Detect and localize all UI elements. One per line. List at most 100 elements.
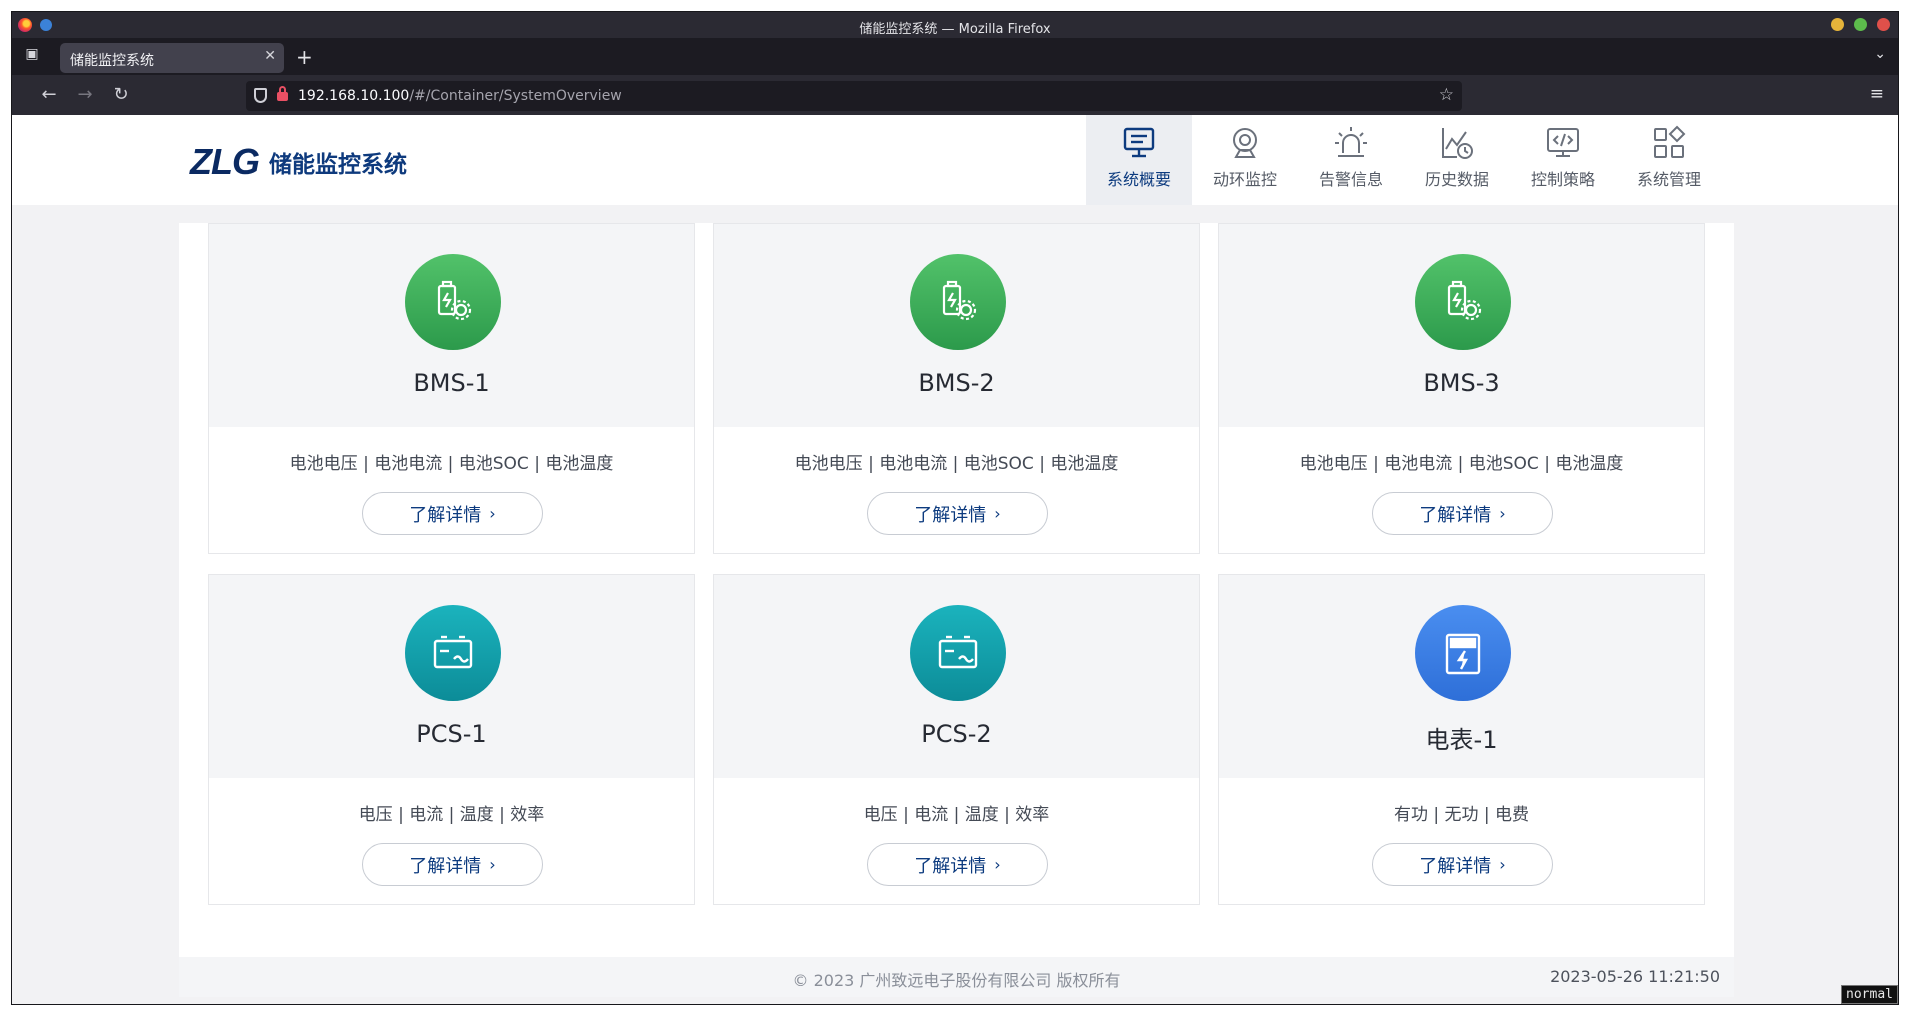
card-header: PCS-1: [209, 575, 694, 778]
reload-icon[interactable]: ↻: [110, 84, 132, 105]
url-text[interactable]: 192.168.10.100/#/Container/SystemOvervie…: [298, 88, 622, 104]
history-chart-icon: [1442, 128, 1473, 159]
webcam-icon: [1233, 128, 1257, 158]
tab-title: 储能监控系统: [70, 53, 154, 69]
chevron-right-icon: ›: [489, 855, 496, 874]
card-description: 电池电压 | 电池电流 | 电池SOC | 电池温度: [289, 454, 614, 474]
menu-item-environment-monitor[interactable]: 动环监控: [1192, 115, 1298, 205]
card-description: 电压 | 电流 | 温度 | 效率: [358, 805, 545, 825]
card-header: PCS-2: [714, 575, 1199, 778]
menu-item-history-data[interactable]: 历史数据: [1404, 115, 1510, 205]
menu-item-label: 系统管理: [1636, 170, 1701, 189]
card-description: 电池电压 | 电池电流 | 电池SOC | 电池温度: [794, 454, 1119, 474]
details-button[interactable]: 了解详情 ›: [867, 843, 1048, 886]
converter-icon: [405, 605, 501, 701]
url-host: 192.168.10.100: [298, 88, 410, 104]
tab-strip: ▣ 储能监控系统 ✕ + ⌄: [12, 38, 1898, 75]
details-button-label: 了解详情: [914, 504, 987, 526]
menu-item-label: 动环监控: [1212, 170, 1277, 189]
menu-item-label: 控制策略: [1530, 170, 1595, 189]
chevron-right-icon: ›: [489, 504, 496, 523]
chevron-right-icon: ›: [994, 504, 1001, 523]
logo[interactable]: ZLG 储能监控系统: [190, 141, 407, 183]
battery-gear-icon: [910, 254, 1006, 350]
copyright-text: © 2023 广州致远电子股份有限公司 版权所有: [792, 971, 1121, 990]
tab-close-icon[interactable]: ✕: [264, 48, 276, 64]
meter-icon: [1415, 605, 1511, 701]
details-button[interactable]: 了解详情 ›: [867, 492, 1048, 535]
card-title: BMS-2: [918, 369, 995, 397]
card-title: 电表-1: [1425, 726, 1498, 754]
browser-tab[interactable]: 储能监控系统 ✕: [60, 43, 284, 73]
device-card-bms-3: BMS-3 电池电压 | 电池电流 | 电池SOC | 电池温度 了解详情 ›: [1218, 223, 1705, 554]
forward-icon[interactable]: →: [74, 84, 96, 105]
maximize-button[interactable]: [1854, 18, 1867, 31]
tab-list-icon[interactable]: ▣: [22, 46, 42, 66]
card-title: BMS-1: [413, 369, 490, 397]
device-card-meter-1: 电表-1 有功 | 无功 | 电费 了解详情 ›: [1218, 574, 1705, 905]
navigation-bar: ← → ↻ 192.168.10.100/#/Container/SystemO…: [12, 75, 1898, 115]
menu-item-label: 系统概要: [1106, 170, 1171, 189]
details-button-label: 了解详情: [1419, 855, 1492, 877]
logo-mark: ZLG: [190, 141, 260, 182]
card-title: PCS-2: [921, 720, 992, 748]
app-header: ZLG 储能监控系统 系统概要 动环监控 告警信息 历史数据 控制策略 系统管理: [12, 115, 1898, 205]
new-tab-icon[interactable]: +: [296, 45, 313, 69]
converter-icon: [910, 605, 1006, 701]
card-description: 电池电压 | 电池电流 | 电池SOC | 电池温度: [1299, 454, 1624, 474]
card-title: PCS-1: [416, 720, 487, 748]
lock-icon[interactable]: [277, 86, 288, 101]
card-title: BMS-3: [1423, 369, 1500, 397]
menu-item-label: 历史数据: [1424, 170, 1489, 189]
menu-item-control-strategy[interactable]: 控制策略: [1510, 115, 1616, 205]
device-grid: BMS-1 电池电压 | 电池电流 | 电池SOC | 电池温度 了解详情 › B…: [179, 223, 1734, 973]
mode-indicator: normal: [1841, 985, 1898, 1004]
shield-icon[interactable]: [254, 88, 267, 103]
battery-gear-icon: [1415, 254, 1511, 350]
card-description: 电压 | 电流 | 温度 | 效率: [863, 805, 1050, 825]
details-button-label: 了解详情: [914, 855, 987, 877]
main-menu: 系统概要 动环监控 告警信息 历史数据 控制策略 系统管理: [1086, 115, 1722, 205]
device-card-bms-2: BMS-2 电池电压 | 电池电流 | 电池SOC | 电池温度 了解详情 ›: [713, 223, 1200, 554]
details-button-label: 了解详情: [409, 855, 482, 877]
alarm-icon: [1335, 127, 1367, 157]
menu-item-alarm-info[interactable]: 告警信息: [1298, 115, 1404, 205]
hamburger-menu-icon[interactable]: ≡: [1870, 84, 1884, 104]
bookmark-star-icon[interactable]: ☆: [1439, 85, 1454, 105]
card-description: 有功 | 无功 | 电费: [1393, 805, 1530, 825]
web-page: ZLG 储能监控系统 系统概要 动环监控 告警信息 历史数据 控制策略 系统管理…: [12, 115, 1898, 1004]
menu-item-label: 告警信息: [1318, 170, 1383, 189]
code-screen-icon: [1547, 128, 1579, 157]
url-bar[interactable]: 192.168.10.100/#/Container/SystemOvervie…: [246, 81, 1462, 111]
title-bar: 储能监控系统 — Mozilla Firefox: [12, 12, 1898, 38]
url-path: /#/Container/SystemOverview: [409, 88, 622, 104]
minimize-button[interactable]: [1831, 18, 1844, 31]
card-header: BMS-3: [1219, 224, 1704, 427]
card-header: BMS-1: [209, 224, 694, 427]
back-icon[interactable]: ←: [38, 84, 60, 105]
chevron-right-icon: ›: [1499, 855, 1506, 874]
current-datetime: 2023-05-26 11:21:50: [1550, 967, 1720, 986]
window-title: 储能监控系统 — Mozilla Firefox: [859, 22, 1051, 37]
logo-text: 储能监控系统: [268, 152, 407, 178]
menu-item-system-management[interactable]: 系统管理: [1616, 115, 1722, 205]
monitor-icon: [1123, 127, 1155, 158]
device-card-pcs-1: PCS-1 电压 | 电流 | 温度 | 效率 了解详情 ›: [208, 574, 695, 905]
details-button[interactable]: 了解详情 ›: [1372, 492, 1553, 535]
card-header: 电表-1: [1219, 575, 1704, 778]
page-footer: © 2023 广州致远电子股份有限公司 版权所有 2023-05-26 11:2…: [179, 957, 1734, 997]
device-card-pcs-2: PCS-2 电压 | 电流 | 温度 | 效率 了解详情 ›: [713, 574, 1200, 905]
details-button-label: 了解详情: [1419, 504, 1492, 526]
device-card-bms-1: BMS-1 电池电压 | 电池电流 | 电池SOC | 电池温度 了解详情 ›: [208, 223, 695, 554]
browser-window: 储能监控系统 — Mozilla Firefox ▣ 储能监控系统 ✕ + ⌄ …: [11, 11, 1899, 1005]
grid-icon: [1654, 125, 1686, 158]
details-button[interactable]: 了解详情 ›: [362, 843, 543, 886]
chevron-down-icon[interactable]: ⌄: [1874, 46, 1886, 62]
details-button[interactable]: 了解详情 ›: [362, 492, 543, 535]
close-button[interactable]: [1877, 18, 1890, 31]
menu-item-system-overview[interactable]: 系统概要: [1086, 115, 1192, 205]
chevron-right-icon: ›: [994, 855, 1001, 874]
details-button-label: 了解详情: [409, 504, 482, 526]
details-button[interactable]: 了解详情 ›: [1372, 843, 1553, 886]
chevron-right-icon: ›: [1499, 504, 1506, 523]
